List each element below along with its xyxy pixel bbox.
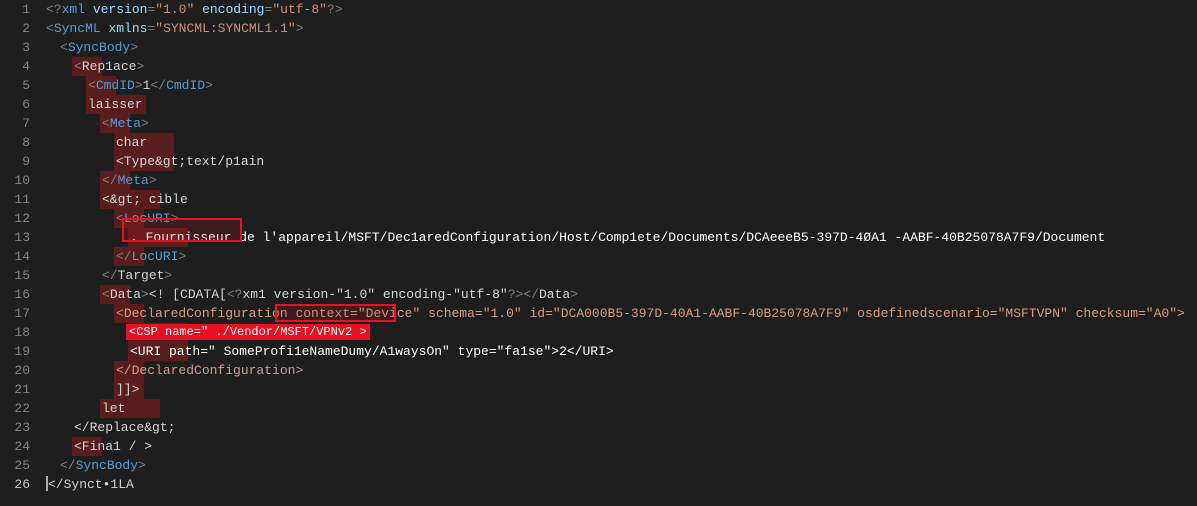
code-line[interactable]: ]]> <box>46 380 1197 399</box>
line-number: 1 <box>8 0 30 19</box>
code-text: </Target> <box>46 268 172 283</box>
code-line[interactable]: <Fina1 / > <box>46 437 1197 456</box>
code-text: <Type&gt;text/p1ain <box>46 154 264 169</box>
code-text: <?xml version="1.0" encoding="utf-8"?> <box>46 2 343 17</box>
code-line[interactable]: <&gt; cible <box>46 190 1197 209</box>
code-text: <Data><! [CDATA[<?xm1 version-"1.0" enco… <box>46 287 578 302</box>
highlight-label: <CSP name=" ./Vendor/MSFT/VPNv2 > <box>126 324 370 340</box>
code-text: laisser <box>46 97 143 112</box>
line-number: 12 <box>8 209 30 228</box>
code-text: char <box>46 135 147 150</box>
line-number: 20 <box>8 361 30 380</box>
code-line[interactable]: <CmdID>1</CmdID> <box>46 76 1197 95</box>
code-line[interactable]: let <box>46 399 1197 418</box>
line-number: 21 <box>8 380 30 399</box>
line-number: 2 <box>8 19 30 38</box>
line-number: 10 <box>8 171 30 190</box>
line-number: 8 <box>8 133 30 152</box>
line-number: 15 <box>8 266 30 285</box>
code-line[interactable]: <?xml version="1.0" encoding="utf-8"?> <box>46 0 1197 19</box>
code-line[interactable]: . Fournisseur de l'appareil/MSFT/Dec1are… <box>46 228 1197 247</box>
code-text: </Replace&gt; <box>46 420 175 435</box>
code-text: <URI path=" SomeProfi1eNameDumy/A1waysOn… <box>46 344 614 359</box>
code-area[interactable]: <?xml version="1.0" encoding="utf-8"?> <S… <box>42 0 1197 494</box>
code-line[interactable]: </Replace&gt; <box>46 418 1197 437</box>
code-editor[interactable]: 1234567891011121314151617181920212223242… <box>0 0 1197 494</box>
code-line[interactable]: <SyncML xmlns="SYNCML:SYNCML1.1"> <box>46 19 1197 38</box>
line-number: 7 <box>8 114 30 133</box>
line-number: 25 <box>8 456 30 475</box>
line-number: 14 <box>8 247 30 266</box>
code-line[interactable]: </Target> <box>46 266 1197 285</box>
code-line[interactable]: <Rep1ace> <box>46 57 1197 76</box>
code-text: <SyncML xmlns="SYNCML:SYNCML1.1"> <box>46 21 304 36</box>
code-text: </SyncBody> <box>46 458 146 473</box>
line-number: 18 <box>8 323 30 342</box>
code-text: <DeclaredConfiguration context="Device" … <box>46 306 1185 321</box>
line-number: 4 <box>8 57 30 76</box>
code-text: </Synct•1LA <box>46 477 134 492</box>
code-line[interactable]: </SyncBody> <box>46 456 1197 475</box>
code-line[interactable]: <Meta> <box>46 114 1197 133</box>
code-text: </Meta> <box>46 173 157 188</box>
line-number: 13 <box>8 228 30 247</box>
code-line[interactable]: <Data><! [CDATA[<?xm1 version-"1.0" enco… <box>46 285 1197 304</box>
code-line[interactable]: </DeclaredConfiguration> <box>46 361 1197 380</box>
code-line[interactable]: laisser <box>46 95 1197 114</box>
code-line[interactable]: <DeclaredConfiguration context="Device" … <box>46 304 1197 323</box>
code-text: . Fournisseur de l'appareil/MSFT/Dec1are… <box>46 230 1105 245</box>
code-line[interactable]: </Synct•1LA <box>46 475 1197 494</box>
line-number: 6 <box>8 95 30 114</box>
code-text: <Rep1ace> <box>46 59 144 74</box>
code-text: <&gt; cible <box>46 192 188 207</box>
code-text: let <box>46 401 125 416</box>
line-number: 19 <box>8 342 30 361</box>
line-number: 11 <box>8 190 30 209</box>
line-number: 24 <box>8 437 30 456</box>
code-text: </DeclaredConfiguration> <box>46 363 303 378</box>
code-text <box>46 325 130 340</box>
line-number-gutter: 1234567891011121314151617181920212223242… <box>0 0 42 494</box>
code-text: <CmdID>1</CmdID> <box>46 78 213 93</box>
line-number: 17 <box>8 304 30 323</box>
code-line[interactable]: <LocURI> <box>46 209 1197 228</box>
line-number: 22 <box>8 399 30 418</box>
code-text: <LocURI> <box>46 211 178 226</box>
line-number: 26 <box>8 475 30 494</box>
line-number: 9 <box>8 152 30 171</box>
line-number: 5 <box>8 76 30 95</box>
code-text: </LocURI> <box>46 249 186 264</box>
line-number: 16 <box>8 285 30 304</box>
line-number: 3 <box>8 38 30 57</box>
code-line[interactable]: <URI path=" SomeProfi1eNameDumy/A1waysOn… <box>46 342 1197 361</box>
code-line[interactable]: <SyncBody> <box>46 38 1197 57</box>
line-number: 23 <box>8 418 30 437</box>
code-line[interactable]: <Type&gt;text/p1ain <box>46 152 1197 171</box>
code-text: <SyncBody> <box>46 40 138 55</box>
code-line[interactable]: </Meta> <box>46 171 1197 190</box>
code-line[interactable]: char <box>46 133 1197 152</box>
code-text: <Fina1 / > <box>46 439 152 454</box>
code-text: ]]> <box>46 382 139 397</box>
code-text: <Meta> <box>46 116 149 131</box>
code-line[interactable]: </LocURI> <box>46 247 1197 266</box>
